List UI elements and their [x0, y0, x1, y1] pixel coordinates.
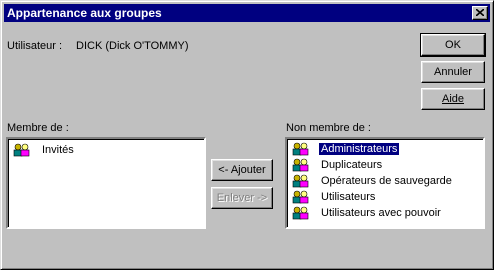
user-label: Utilisateur : [7, 40, 63, 52]
list-item[interactable]: Utilisateurs [287, 189, 483, 205]
not-member-of-label: Non membre de : [286, 122, 371, 134]
group-icon [292, 206, 309, 220]
not-member-of-item-label: Utilisateurs avec pouvoir [321, 207, 441, 219]
cancel-button[interactable]: Annuler [421, 61, 485, 83]
dialog-window: Appartenance aux groupes Utilisateur : D… [0, 0, 494, 270]
title-bar: Appartenance aux groupes [4, 4, 490, 22]
member-of-item-label: Invités [42, 144, 74, 156]
not-member-of-list[interactable]: Administrateurs Duplicateurs Opérateurs … [285, 137, 485, 229]
close-button[interactable] [472, 6, 488, 20]
list-item[interactable]: Administrateurs [287, 141, 483, 157]
ok-button[interactable]: OK [420, 33, 486, 57]
window-title: Appartenance aux groupes [7, 6, 162, 20]
not-member-of-item-label: Administrateurs [317, 142, 401, 156]
user-value: DICK (Dick O'TOMMY) [76, 40, 189, 52]
member-of-label: Membre de : [7, 122, 69, 134]
add-button[interactable]: <- Ajouter [211, 159, 273, 181]
group-icon [292, 190, 309, 204]
remove-button[interactable]: Enlever -> [211, 187, 273, 209]
list-item[interactable]: Invités [8, 142, 204, 158]
list-item[interactable]: Opérateurs de sauvegarde [287, 173, 483, 189]
list-item[interactable]: Duplicateurs [287, 157, 483, 173]
close-icon [476, 9, 484, 16]
not-member-of-item-label: Utilisateurs [321, 191, 376, 203]
group-icon [13, 143, 30, 157]
not-member-of-item-label: Opérateurs de sauvegarde [321, 175, 452, 187]
member-of-list[interactable]: Invités [6, 137, 206, 229]
group-icon [292, 158, 309, 172]
list-item[interactable]: Utilisateurs avec pouvoir [287, 205, 483, 221]
group-icon [292, 174, 309, 188]
not-member-of-item-label: Duplicateurs [321, 159, 383, 171]
group-icon [292, 142, 309, 156]
help-button[interactable]: Aide [421, 88, 485, 110]
